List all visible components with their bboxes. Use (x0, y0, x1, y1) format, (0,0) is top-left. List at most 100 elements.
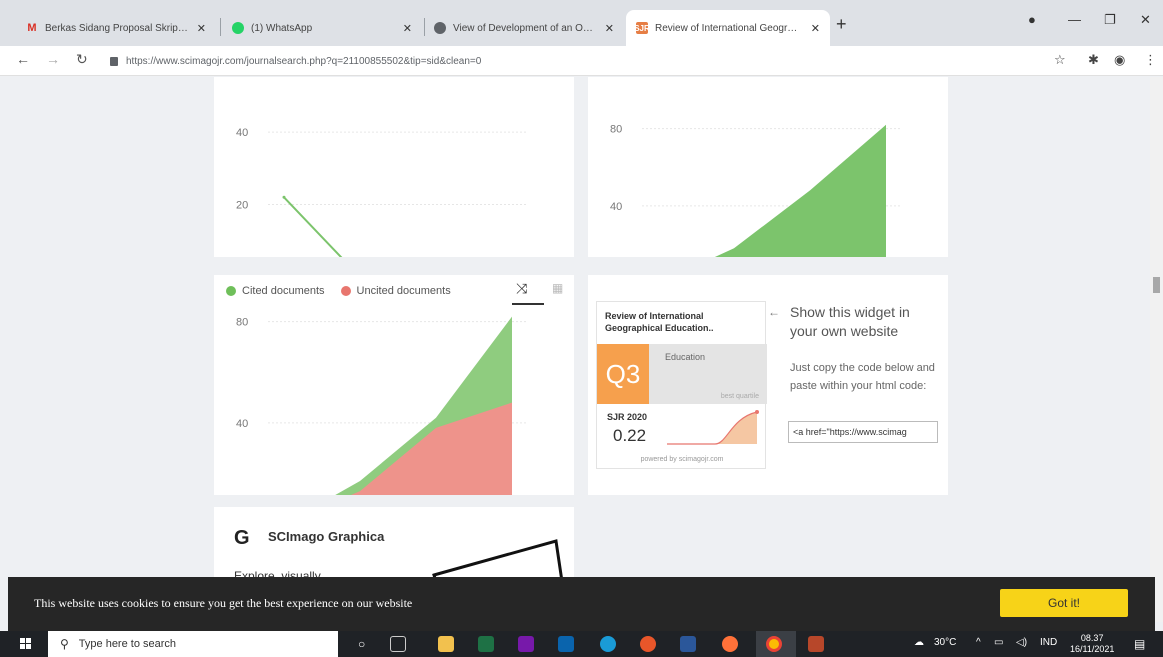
extensions-icon[interactable]: ✱ (1088, 52, 1099, 68)
close-tab-icon[interactable]: ✕ (811, 22, 820, 35)
y-tick-label: 40 (236, 418, 248, 430)
browser-tab-strip: M Berkas Sidang Proposal Skripsi S ✕ (1)… (0, 0, 1163, 46)
chart-view-icon[interactable]: ⤨ (516, 280, 527, 297)
notification-icon[interactable]: ▤ (1134, 637, 1145, 651)
close-window-icon[interactable]: ✕ (1140, 12, 1151, 28)
word-icon[interactable] (680, 636, 696, 652)
weather-temp[interactable]: 30°C (934, 637, 956, 648)
graphica-illustration (432, 539, 563, 577)
tab-review-international[interactable]: SJR Review of International Geograph ✕ (626, 10, 830, 46)
tab-title: Review of International Geograph (655, 22, 803, 34)
series-area (351, 402, 512, 495)
clock[interactable]: 08.37 16/11/2021 (1070, 633, 1114, 655)
cookie-banner: This website uses cookies to ensure you … (8, 577, 1155, 631)
show-widget-line2: your own website (790, 323, 899, 339)
widget-journal-title: Review of International Geographical Edu… (605, 311, 714, 333)
weather-icon[interactable]: ☁ (914, 637, 924, 648)
language-indicator[interactable]: IND (1040, 637, 1057, 648)
tab-title: (1) WhatsApp (251, 22, 313, 34)
volume-icon[interactable]: ◁) (1016, 637, 1027, 648)
category-label: Education (665, 352, 706, 362)
windows-taskbar: ⚲ Type here to search ○ ☁ 30°C ^ ▭ ◁) IN… (0, 631, 1163, 657)
y-tick-label: 80 (236, 317, 248, 329)
whatsapp-icon (232, 22, 244, 34)
citations-per-doc-chart: 402002017201820192020 (214, 77, 574, 257)
close-tab-icon[interactable]: ✕ (605, 22, 614, 35)
back-icon[interactable]: ← (16, 51, 30, 67)
scimago-icon: SJR (634, 22, 650, 34)
tab-title: Berkas Sidang Proposal Skripsi S (45, 22, 189, 34)
profile-icon[interactable]: ● (1028, 12, 1036, 27)
chart-legend: Cited documents Uncited documents (226, 285, 461, 297)
gmail-icon: M (27, 22, 37, 34)
chart-view-underline (512, 303, 544, 305)
network-icon[interactable]: ▭ (994, 637, 1003, 648)
y-tick-label: 80 (610, 124, 622, 136)
taskbar-search[interactable]: ⚲ Type here to search (48, 631, 338, 657)
menu-icon[interactable]: ⋮ (1144, 52, 1157, 68)
show-widget-line1: Show this widget in (790, 304, 910, 320)
windows-start-icon[interactable] (20, 638, 32, 650)
outlook-icon[interactable] (558, 636, 574, 652)
close-tab-icon[interactable]: ✕ (197, 22, 206, 35)
search-icon: ⚲ (60, 637, 69, 651)
maximize-icon[interactable]: ❐ (1104, 12, 1116, 28)
y-tick-label: 20 (236, 200, 248, 212)
search-placeholder: Type here to search (78, 638, 177, 650)
got-it-button[interactable]: Got it! (1000, 589, 1128, 617)
app-icon-2[interactable] (808, 636, 824, 652)
copy-code-instructions: Just copy the code below and paste withi… (790, 362, 935, 392)
widget-code-input[interactable]: <a href="https://www.scimag (788, 421, 938, 443)
task-view-icon[interactable] (390, 636, 406, 652)
arrow-left-icon: ← (768, 305, 780, 319)
quartile-badge: Q3 (597, 344, 649, 404)
show-widget-text: Show this widget in your own website (790, 303, 910, 341)
close-tab-icon[interactable]: ✕ (403, 22, 412, 35)
graphica-title: SCImago Graphica (268, 529, 385, 544)
app-icon[interactable] (640, 636, 656, 652)
sjr-value: 0.22 (613, 426, 647, 445)
address-bar-row: ← → ↻ https://www.scimagojr.com/journals… (0, 46, 1163, 76)
tab-view-of-development[interactable]: View of Development of an Onlin ✕ (424, 10, 624, 46)
table-view-icon[interactable]: ▦ (552, 281, 563, 295)
onenote-icon[interactable] (518, 636, 534, 652)
graphica-logo: G (234, 527, 250, 549)
firefox-icon[interactable] (722, 636, 738, 652)
reload-icon[interactable]: ↻ (76, 51, 88, 68)
clock-date: 16/11/2021 (1070, 644, 1115, 654)
bookmark-star-icon[interactable]: ☆ (1054, 52, 1066, 68)
category-box: Education best quartile (649, 344, 767, 404)
file-explorer-icon[interactable] (438, 636, 454, 652)
chrome-icon[interactable] (766, 636, 782, 652)
new-tab-button[interactable]: + (836, 14, 847, 35)
page-scrollbar[interactable] (1150, 77, 1163, 622)
sjr-widget[interactable]: Review of International Geographical Edu… (596, 301, 767, 469)
chart-svg: 402002017201820192020 (236, 127, 526, 257)
excel-icon[interactable] (478, 636, 494, 652)
uncited-legend-dot (340, 286, 351, 296)
graphica-subtitle: Explore, visually (234, 569, 321, 577)
widget-card: Review of International Geographical Edu… (588, 275, 948, 495)
series-line (283, 196, 343, 257)
minimize-icon[interactable]: — (1068, 12, 1081, 27)
chart-svg: 804002017201820192020 (236, 316, 526, 495)
tray-chevron-icon[interactable]: ^ (976, 637, 981, 648)
series-area (714, 124, 886, 257)
url-text: https://www.scimagojr.com/journalsearch.… (126, 55, 482, 67)
lock-icon (110, 56, 118, 66)
cited-legend-dot (226, 286, 236, 296)
sjr-sparkline (667, 410, 759, 445)
cited-uncited-chart: Cited documents Uncited documents ⤨ ▦ 80… (214, 275, 574, 495)
cortana-icon[interactable]: ○ (358, 637, 365, 651)
url-field[interactable]: https://www.scimagojr.com/journalsearch.… (110, 50, 1050, 72)
chart-svg: 804002017201820192020 (610, 124, 900, 257)
best-quartile-label: best quartile (720, 393, 759, 400)
scrollbar-thumb[interactable] (1153, 277, 1160, 293)
y-tick-label: 40 (236, 127, 248, 139)
forward-icon[interactable]: → (46, 51, 60, 67)
edge-icon[interactable] (600, 636, 616, 652)
tab-gmail[interactable]: M Berkas Sidang Proposal Skripsi S ✕ (16, 10, 216, 46)
page-content: 402002017201820192020 804002017201820192… (0, 77, 1150, 577)
avatar[interactable]: ◉ (1114, 52, 1125, 68)
tab-whatsapp[interactable]: (1) WhatsApp ✕ (222, 10, 422, 46)
